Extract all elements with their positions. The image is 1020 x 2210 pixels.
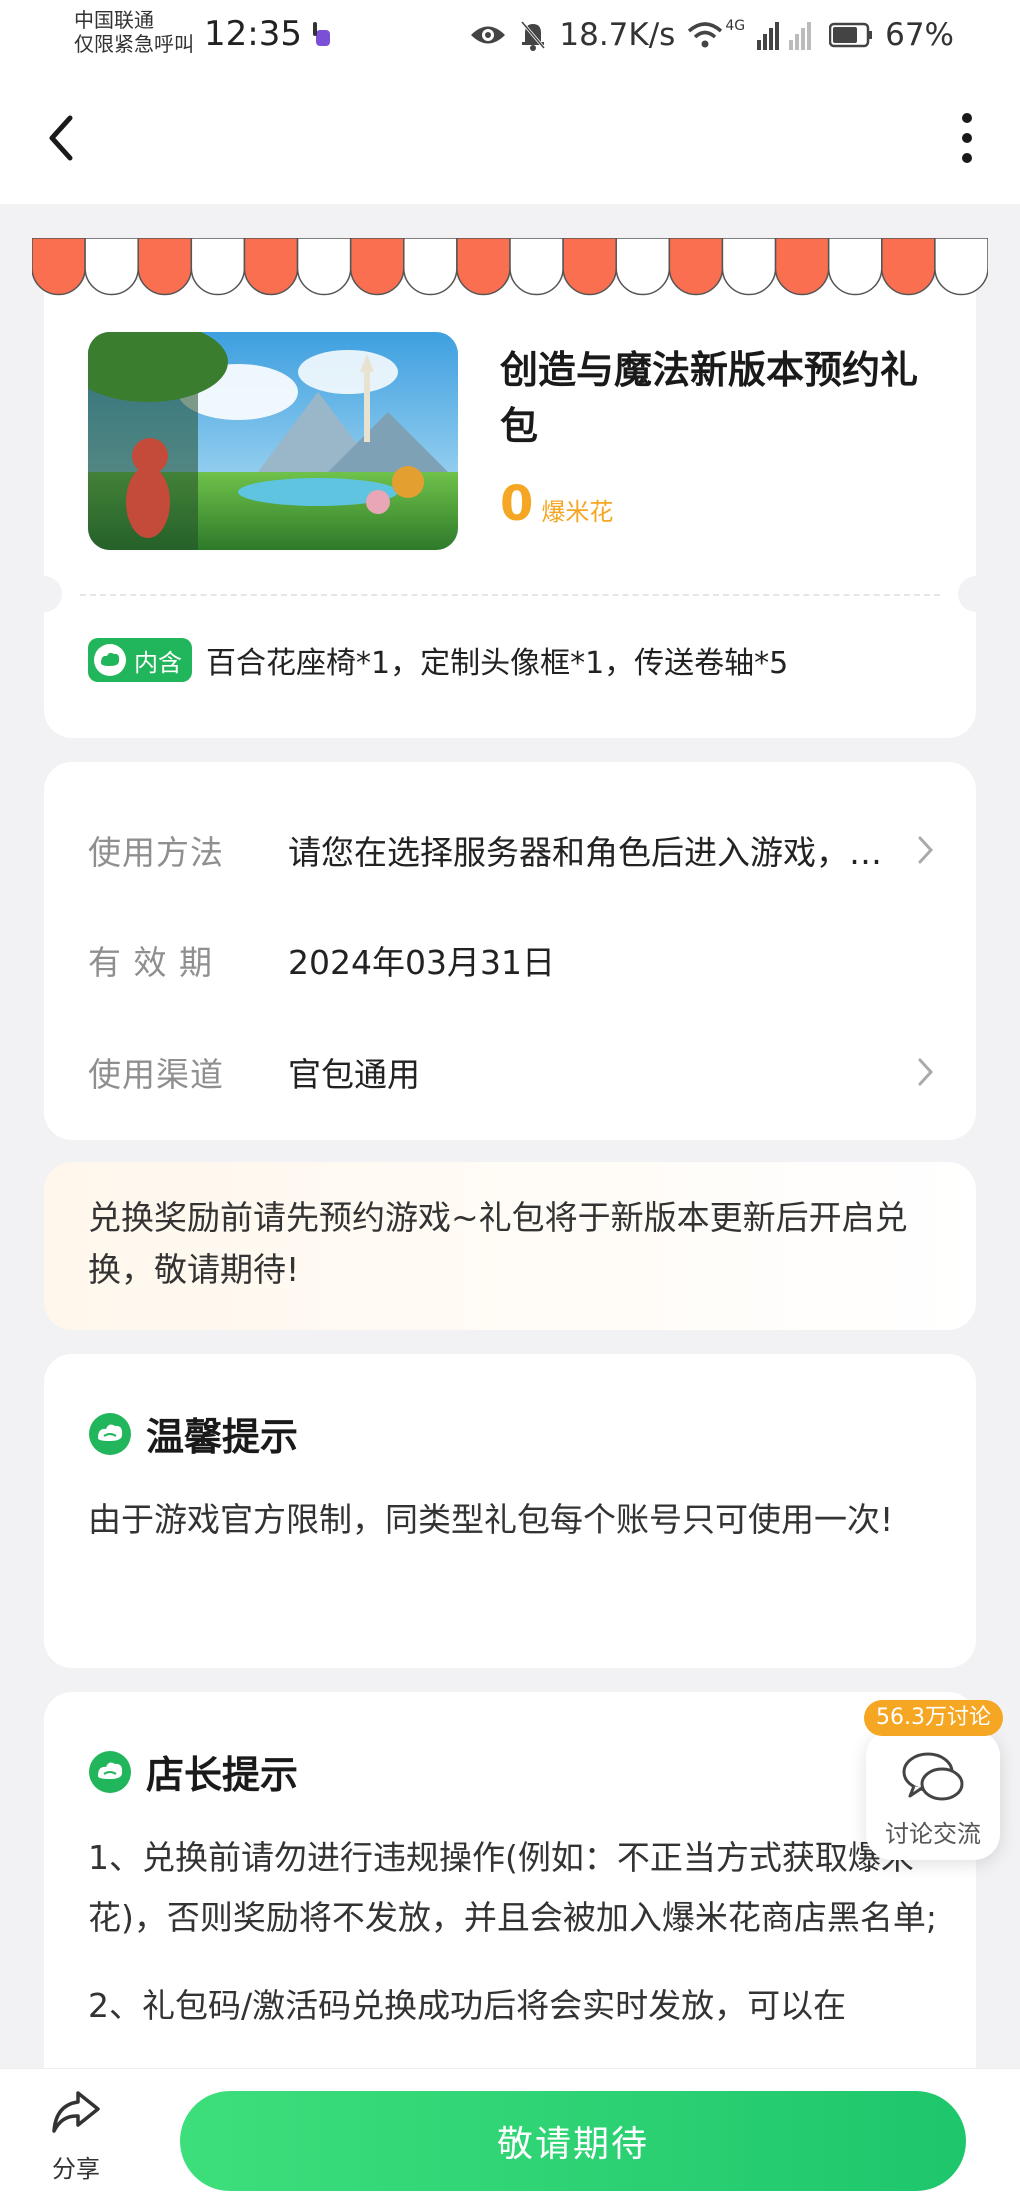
usage-info-card: 使用方法 请您在选择服务器和角色后进入游戏，在设置中输入兑换码领取 有 效 期 … bbox=[44, 762, 976, 1140]
status-bar: 中国联通 仅限紧急呼叫 12:35 18.7K/s 4G 67% bbox=[0, 0, 1020, 72]
discussion-label: 讨论交流 bbox=[885, 1820, 981, 1848]
more-vertical-icon[interactable] bbox=[952, 108, 982, 168]
awning-stripe bbox=[243, 238, 299, 296]
awning-stripe bbox=[456, 238, 511, 296]
validity-row: 有 效 期 2024年03月31日 bbox=[88, 930, 936, 990]
bottom-action-bar: 分享 敬请期待 bbox=[0, 2068, 1020, 2210]
awning-stripe bbox=[403, 238, 458, 296]
gift-includes: 内含 百合花座椅*1，定制头像框*1，传送卷轴*5 bbox=[88, 638, 788, 682]
battery-icon bbox=[829, 22, 873, 48]
discussion-count-badge: 56.3万讨论 bbox=[864, 1700, 1003, 1736]
awning-stripe bbox=[32, 238, 86, 296]
shop-tip-line-1: 1、兑换前请勿进行违规操作(例如：不正当方式获取爆米花)，否则奖励将不发放，并且… bbox=[88, 1838, 937, 1937]
price-value: 0 bbox=[500, 476, 534, 532]
eye-icon bbox=[471, 26, 506, 44]
gift-title: 创造与魔法新版本预约礼包 bbox=[500, 348, 919, 448]
shop-tip-header: 店长提示 bbox=[88, 1744, 298, 1799]
awning-stripe bbox=[84, 238, 139, 296]
awning-stripe bbox=[827, 238, 883, 296]
includes-badge: 内含 bbox=[88, 638, 192, 682]
chevron-right-icon bbox=[918, 836, 934, 864]
awning-stripe bbox=[349, 238, 405, 296]
chevron-right-icon bbox=[918, 1058, 934, 1086]
discussion-button[interactable]: 讨论交流 bbox=[866, 1730, 1000, 1860]
awning-stripe bbox=[562, 238, 617, 296]
awning-stripe bbox=[774, 238, 830, 296]
channel-row[interactable]: 使用渠道 官包通用 bbox=[88, 1042, 936, 1102]
popcorn-icon bbox=[89, 1750, 131, 1793]
signal-icon bbox=[757, 22, 812, 50]
mute-bell-icon bbox=[521, 21, 546, 51]
awning-stripe bbox=[137, 238, 193, 296]
usage-method-row[interactable]: 使用方法 请您在选择服务器和角色后进入游戏，在设置中输入兑换码领取 bbox=[88, 820, 936, 880]
awning-stripe bbox=[615, 238, 671, 296]
chat-bubbles-icon bbox=[902, 1752, 964, 1801]
popcorn-icon bbox=[89, 1412, 131, 1455]
awning-stripe bbox=[509, 238, 564, 296]
carrier-info: 中国联通 仅限紧急呼叫 bbox=[74, 8, 194, 56]
share-label[interactable]: 分享 bbox=[42, 2149, 110, 2184]
divider bbox=[80, 594, 940, 596]
awning-stripe bbox=[881, 238, 936, 296]
game-cover-image bbox=[88, 332, 458, 550]
gift-price: 0 爆米花 bbox=[500, 476, 613, 532]
coming-soon-button[interactable]: 敬请期待 bbox=[180, 2091, 966, 2191]
nav-bar bbox=[0, 72, 1020, 204]
awning-decoration bbox=[32, 238, 988, 296]
ticket-notch-left bbox=[26, 576, 62, 612]
gesture-icon bbox=[313, 22, 330, 46]
warm-tip-body: 由于游戏官方限制，同类型礼包每个账号只可使用一次! bbox=[88, 1500, 894, 1539]
carrier-status: 仅限紧急呼叫 bbox=[74, 32, 194, 56]
notice-text: 兑换奖励前请先预约游戏~礼包将于新版本更新后开启兑换，敬请期待! bbox=[88, 1198, 908, 1289]
price-unit: 爆米花 bbox=[541, 498, 614, 526]
shop-tip-title: 店长提示 bbox=[146, 1753, 299, 1797]
usage-method-label: 使用方法 bbox=[88, 833, 224, 872]
channel-label: 使用渠道 bbox=[88, 1055, 224, 1094]
shop-tip-body: 1、兑换前请勿进行违规操作(例如：不正当方式获取爆米花)，否则奖励将不发放，并且… bbox=[88, 1828, 938, 2036]
share-icon[interactable] bbox=[48, 2087, 104, 2137]
ticket-notch-right bbox=[958, 576, 994, 612]
warm-tip-title: 温馨提示 bbox=[146, 1415, 299, 1459]
includes-badge-label: 内含 bbox=[134, 648, 182, 677]
awning-stripe bbox=[296, 238, 352, 296]
network-type: 4G bbox=[725, 18, 746, 34]
clock: 12:35 bbox=[204, 14, 302, 54]
awning-stripe bbox=[721, 238, 777, 296]
battery-level: 67% bbox=[885, 17, 954, 53]
validity-label: 有 效 期 bbox=[88, 943, 213, 982]
warm-tip-header: 温馨提示 bbox=[88, 1406, 298, 1461]
awning-stripe bbox=[190, 238, 246, 296]
warm-tip-card: 温馨提示 由于游戏官方限制，同类型礼包每个账号只可使用一次! bbox=[44, 1354, 976, 1668]
popcorn-icon bbox=[94, 644, 126, 676]
shop-tip-line-2: 2、礼包码/激活码兑换成功后将会实时发放，可以在 bbox=[88, 1986, 847, 2025]
net-speed: 18.7K/s bbox=[559, 17, 676, 53]
usage-method-value: 请您在选择服务器和角色后进入游戏，在设置中输入兑换码领取 bbox=[288, 833, 902, 872]
awning-stripe bbox=[934, 238, 988, 296]
redeem-notice: 兑换奖励前请先预约游戏~礼包将于新版本更新后开启兑换，敬请期待! bbox=[44, 1162, 976, 1330]
includes-text: 百合花座椅*1，定制头像框*1，传送卷轴*5 bbox=[206, 646, 789, 681]
validity-value: 2024年03月31日 bbox=[288, 943, 555, 982]
back-arrow-icon[interactable] bbox=[40, 108, 84, 168]
wifi-icon bbox=[688, 22, 723, 48]
status-icons: 18.7K/s 4G 67% bbox=[469, 14, 954, 56]
channel-value: 官包通用 bbox=[288, 1055, 420, 1094]
carrier-name: 中国联通 bbox=[74, 8, 154, 32]
gift-card: 创造与魔法新版本预约礼包 0 爆米花 内含 百合花座椅*1，定制头像框*1，传送… bbox=[26, 280, 994, 738]
awning-stripe bbox=[668, 238, 724, 296]
